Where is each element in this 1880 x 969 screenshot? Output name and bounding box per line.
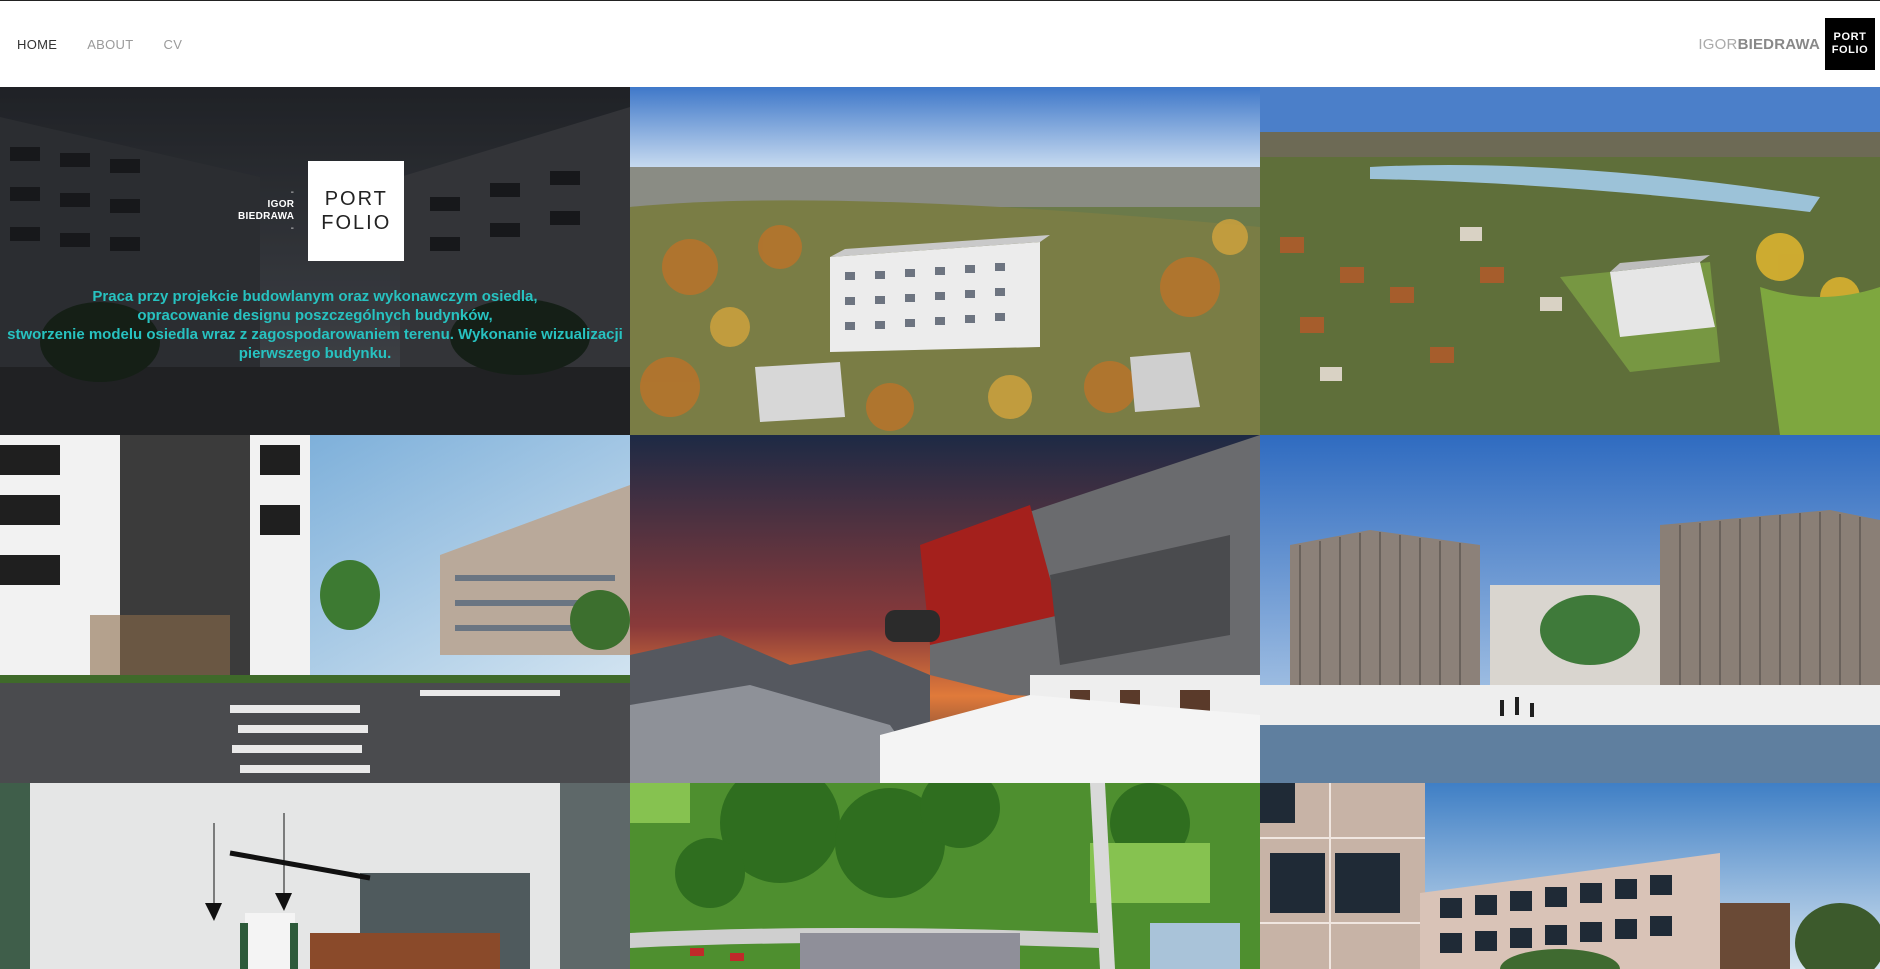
- tile-5-image: [630, 435, 1260, 783]
- brand-box-line2: FOLIO: [1831, 44, 1869, 56]
- project-tile-5[interactable]: [630, 435, 1260, 783]
- brand-last-name: BIEDRAWA: [1737, 35, 1820, 53]
- hero-description-line: pierwszego budynku.: [238, 345, 392, 362]
- hero-logo: - IGOR BIEDRAWA - PORT FOLIO: [238, 161, 405, 261]
- tile-4-image: [0, 435, 630, 783]
- project-tile-7[interactable]: [0, 783, 630, 969]
- nav-cv[interactable]: CV: [164, 37, 183, 52]
- brand-logo[interactable]: IGORBIEDRAWA PORT FOLIO: [1698, 18, 1880, 70]
- hero-description-line: opracowanie designu poszczególnych budyn…: [137, 307, 493, 324]
- tile-9-image: [1260, 783, 1880, 969]
- brand-first-name: IGOR: [1698, 35, 1738, 53]
- hero-dim-overlay: [0, 87, 630, 435]
- portfolio-grid: - IGOR BIEDRAWA - PORT FOLIO Praca przy …: [0, 87, 1880, 969]
- hero-description-line: stworzenie modelu osiedla wraz z zagospo…: [7, 326, 623, 343]
- hero-portfolio-box: PORT FOLIO: [308, 161, 405, 261]
- tile-3-image: [1260, 87, 1880, 435]
- hero-name: - IGOR BIEDRAWA -: [238, 187, 295, 234]
- site-header: HOME ABOUT CV IGORBIEDRAWA PORT FOLIO: [0, 1, 1880, 87]
- tile-8-image: [630, 783, 1260, 969]
- hero-name-line1: IGOR: [267, 199, 295, 210]
- tile-6-image: [1260, 435, 1880, 783]
- nav-home[interactable]: HOME: [17, 37, 57, 52]
- project-tile-6[interactable]: [1260, 435, 1880, 783]
- hero-description: Praca przy projekcie budowlanym oraz wyk…: [0, 287, 630, 363]
- project-tile-8[interactable]: [630, 783, 1260, 969]
- tile-2-image: [630, 87, 1260, 435]
- tile-7-image: [0, 783, 630, 969]
- brand-name: IGORBIEDRAWA: [1698, 36, 1820, 53]
- brand-box-line1: PORT: [1833, 31, 1867, 43]
- brand-portfolio-box: PORT FOLIO: [1825, 18, 1875, 70]
- project-tile-3[interactable]: [1260, 87, 1880, 435]
- project-tile-2[interactable]: [630, 87, 1260, 435]
- hero-box-line1: PORT: [324, 188, 388, 210]
- hero-box-line2: FOLIO: [321, 212, 392, 234]
- project-tile-1[interactable]: - IGOR BIEDRAWA - PORT FOLIO Praca przy …: [0, 87, 630, 435]
- main-nav: HOME ABOUT CV: [0, 37, 182, 52]
- project-tile-9[interactable]: [1260, 783, 1880, 969]
- nav-about[interactable]: ABOUT: [87, 37, 133, 52]
- project-tile-4[interactable]: [0, 435, 630, 783]
- hero-name-line2: BIEDRAWA: [238, 211, 295, 222]
- hero-description-line: Praca przy projekcie budowlanym oraz wyk…: [92, 288, 538, 305]
